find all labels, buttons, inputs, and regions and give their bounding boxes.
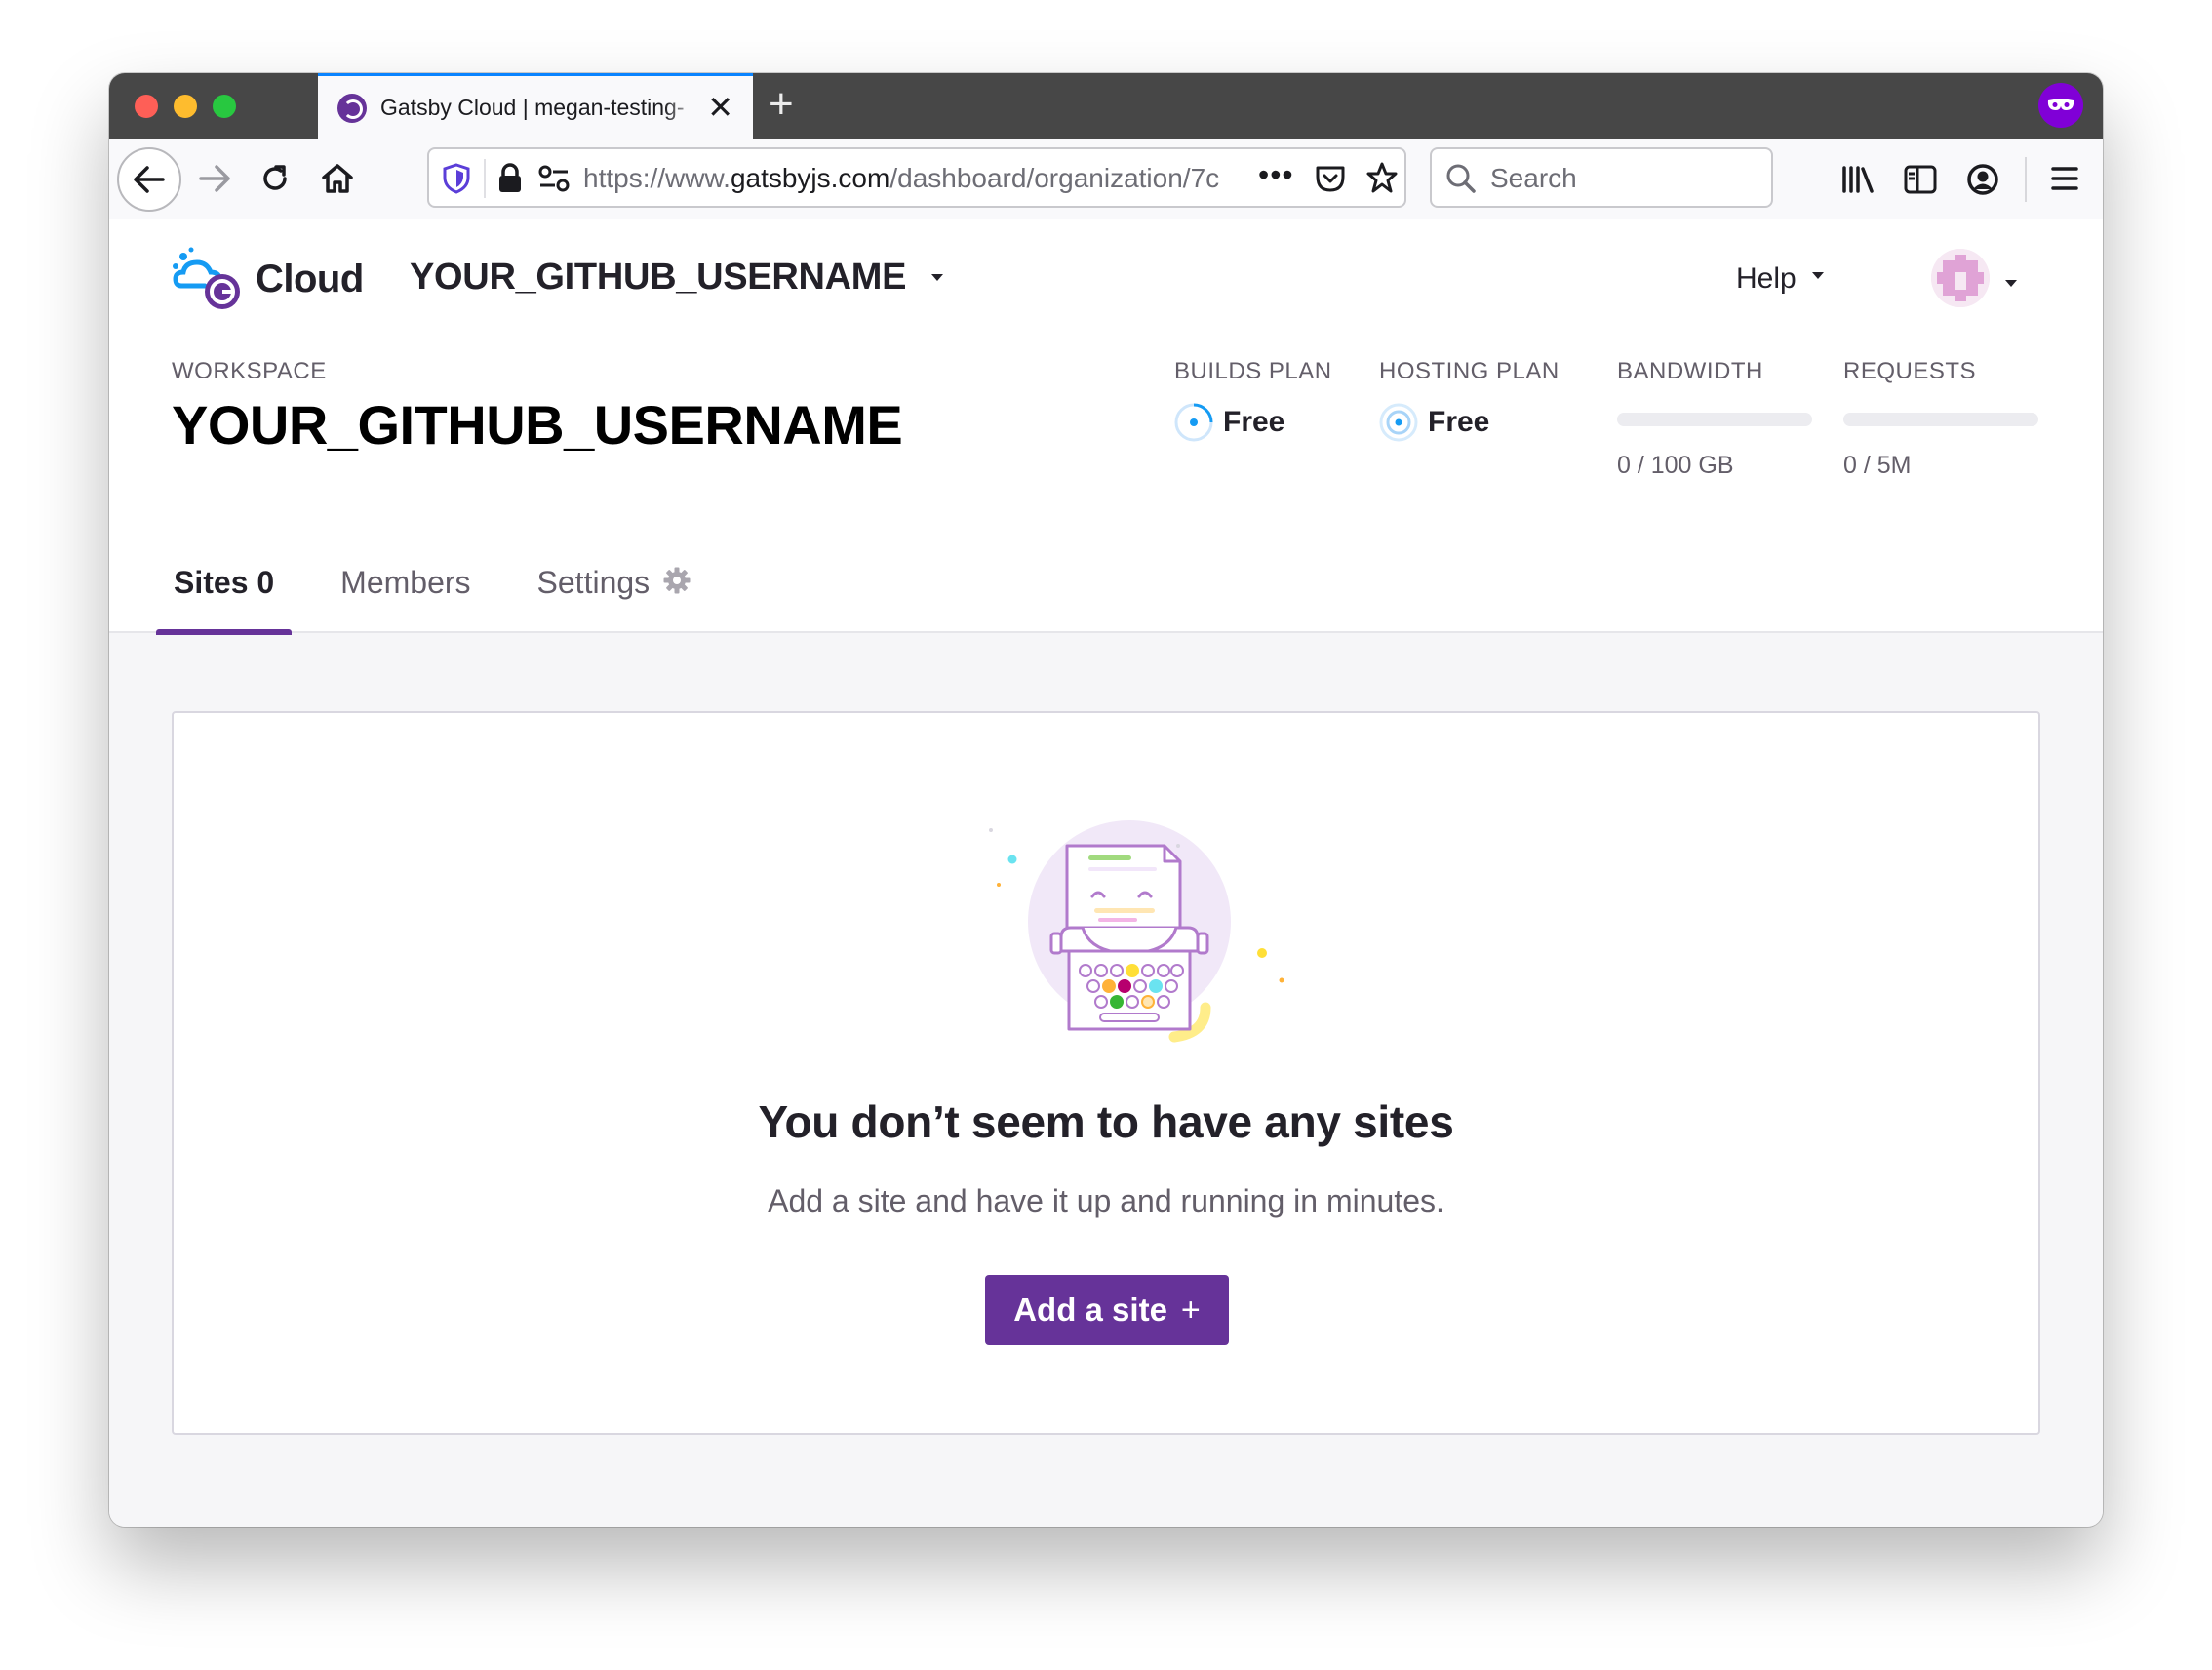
logo-text: Cloud xyxy=(256,257,364,300)
forward-button[interactable] xyxy=(195,159,234,198)
minimize-window-button[interactable] xyxy=(174,95,197,118)
permissions-icon xyxy=(538,165,570,192)
hosting-plan[interactable]: Free xyxy=(1379,403,1489,442)
back-button[interactable] xyxy=(117,147,181,212)
arrow-left-icon xyxy=(134,166,165,193)
search-placeholder: Search xyxy=(1490,163,1577,193)
workspace-label: WORKSPACE xyxy=(172,358,327,384)
requests-value: 0 / 5M xyxy=(1843,452,1912,479)
sidebar-icon[interactable] xyxy=(1904,165,1937,194)
page-content: Cloud YOUR_GITHUB_USERNAME Help WORKSPAC… xyxy=(109,219,2103,1527)
gatsby-cloud-logo[interactable]: Cloud xyxy=(172,247,364,311)
reload-button[interactable] xyxy=(256,159,295,198)
typewriter-illustration-icon xyxy=(989,820,1284,1043)
tab-sites[interactable]: Sites 0 xyxy=(155,565,293,635)
account-icon[interactable] xyxy=(1966,163,1999,196)
maximize-window-button[interactable] xyxy=(213,95,236,118)
tab-title: Gatsby Cloud | megan-testing- xyxy=(380,95,685,120)
builds-plan-icon xyxy=(1174,403,1213,442)
help-label: Help xyxy=(1736,262,1797,295)
home-icon xyxy=(322,164,353,193)
identicon-icon xyxy=(1931,249,1990,307)
add-site-button[interactable]: Add a site + xyxy=(985,1275,1229,1345)
arrow-right-icon xyxy=(199,165,230,192)
user-menu-toggle[interactable] xyxy=(2005,274,2017,292)
org-switcher-label: YOUR_GITHUB_USERNAME xyxy=(410,257,907,298)
user-avatar[interactable] xyxy=(1931,249,1990,307)
dashboard-header: Cloud YOUR_GITHUB_USERNAME Help WORKSPAC… xyxy=(109,219,2103,635)
hosting-plan-label: HOSTING PLAN xyxy=(1379,358,1560,384)
pocket-icon[interactable] xyxy=(1315,163,1346,194)
tracking-protection-shield-icon xyxy=(443,163,470,194)
builds-plan-label: BUILDS PLAN xyxy=(1174,358,1332,384)
close-window-button[interactable] xyxy=(135,95,158,118)
hosting-plan-icon xyxy=(1379,403,1418,442)
bandwidth-value: 0 / 100 GB xyxy=(1617,452,1734,479)
empty-state-subtitle: Add a site and have it up and running in… xyxy=(768,1183,1444,1218)
close-tab-icon[interactable]: ✕ xyxy=(707,92,733,123)
bandwidth-label: BANDWIDTH xyxy=(1617,358,1763,384)
search-bar[interactable]: Search xyxy=(1430,147,1773,208)
bookmark-star-icon[interactable] xyxy=(1365,161,1399,194)
requests-label: REQUESTS xyxy=(1843,358,1977,384)
workspace-tabs: Sites 0 Members Settings xyxy=(155,565,755,635)
browser-window: Gatsby Cloud | megan-testing- ✕ + https:… xyxy=(109,73,2103,1527)
requests-progress-bar xyxy=(1843,413,2038,426)
builds-plan-value: Free xyxy=(1223,406,1285,438)
plus-icon: + xyxy=(1180,1291,1201,1329)
gatsby-favicon-icon xyxy=(337,93,367,123)
url-text[interactable]: https://www.gatsbyjs.com/dashboard/organ… xyxy=(583,163,1237,194)
bandwidth-progress-bar xyxy=(1617,413,1812,426)
url-bar[interactable]: https://www.gatsbyjs.com/dashboard/organ… xyxy=(427,147,1406,208)
browser-tab-active[interactable]: Gatsby Cloud | megan-testing- ✕ xyxy=(318,73,753,139)
home-button[interactable] xyxy=(318,159,357,198)
workspace-name: YOUR_GITHUB_USERNAME xyxy=(172,394,903,456)
add-site-label: Add a site xyxy=(1013,1292,1167,1328)
library-icon[interactable] xyxy=(1841,165,1875,194)
tab-settings[interactable]: Settings xyxy=(535,565,693,633)
caret-down-icon xyxy=(2005,280,2017,287)
caret-down-icon xyxy=(931,274,944,281)
reload-icon xyxy=(263,165,287,190)
browser-navbar: https://www.gatsbyjs.com/dashboard/organ… xyxy=(109,139,2103,219)
empty-state-title: You don’t seem to have any sites xyxy=(758,1096,1454,1147)
browser-titlebar: Gatsby Cloud | megan-testing- ✕ + xyxy=(109,73,2103,139)
new-tab-button[interactable]: + xyxy=(769,83,794,126)
search-icon xyxy=(1446,164,1476,193)
help-menu[interactable]: Help xyxy=(1736,262,1824,296)
org-switcher[interactable]: YOUR_GITHUB_USERNAME xyxy=(410,257,944,298)
gatsby-cloud-logo-icon xyxy=(173,247,240,309)
lock-icon xyxy=(499,163,521,192)
private-browsing-icon xyxy=(2038,83,2083,128)
hamburger-menu-icon[interactable] xyxy=(2050,165,2079,192)
hosting-plan-value: Free xyxy=(1428,406,1490,438)
builds-plan[interactable]: Free xyxy=(1174,403,1284,442)
tab-members[interactable]: Members xyxy=(338,565,472,633)
caret-down-icon xyxy=(1811,271,1824,279)
gear-icon xyxy=(663,567,691,594)
empty-sites-card: You don’t seem to have any sites Add a s… xyxy=(172,711,2040,1435)
page-actions-icon[interactable]: ••• xyxy=(1258,157,1294,193)
